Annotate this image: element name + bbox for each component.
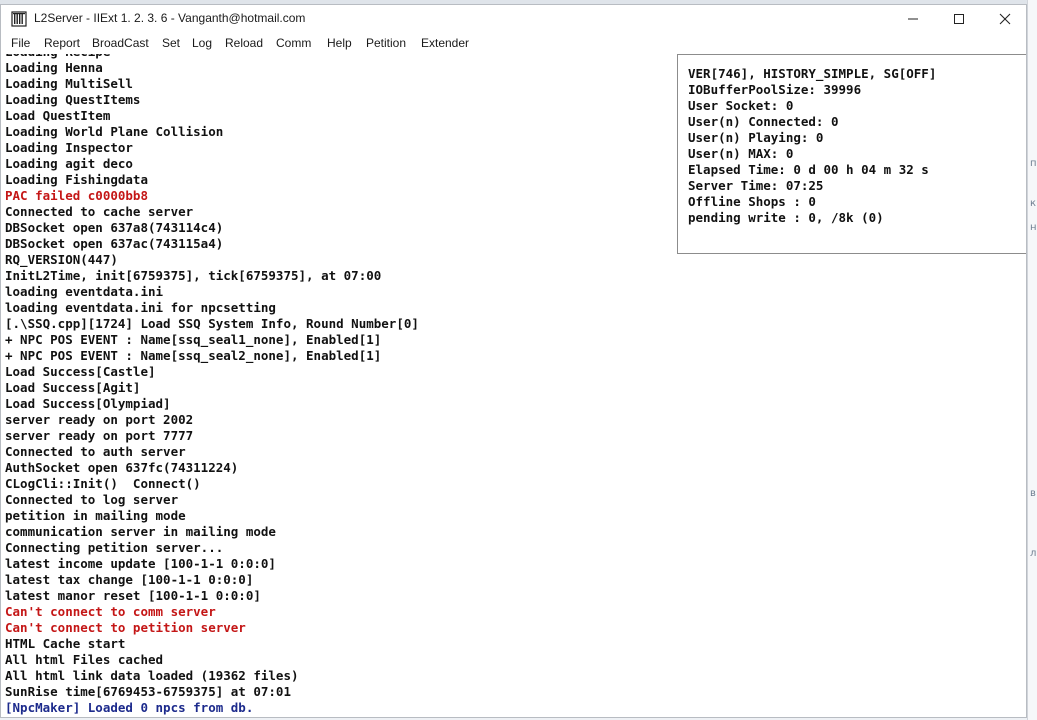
log-line: SunRise time[6769453-6759375] at 07:01 [5, 684, 291, 699]
menu-broadcast[interactable]: BroadCast [92, 36, 149, 50]
log-line: Can't connect to petition server [5, 620, 246, 635]
log-line: server ready on port 7777 [5, 428, 194, 443]
app-icon [11, 11, 27, 27]
status-elapsed-time: Elapsed Time: 0 d 00 h 04 m 32 s [688, 162, 929, 177]
log-line: + NPC POS EVENT : Name[ssq_seal2_none], … [5, 348, 382, 363]
maximize-button[interactable] [936, 5, 982, 33]
log-line: Loading MultiSell [5, 76, 133, 91]
status-server-time: Server Time: 07:25 [688, 178, 824, 193]
log-console[interactable]: Loading RecipeLoading HennaLoading Multi… [1, 54, 1026, 717]
server-status-panel: VER[746], HISTORY_SIMPLE, SG[OFF] IOBuff… [677, 54, 1026, 254]
log-line: [NpcMaker] Loaded 0 npcs from db. [5, 700, 254, 715]
log-line: Loading Fishingdata [5, 172, 148, 187]
log-list: Loading RecipeLoading HennaLoading Multi… [5, 54, 419, 716]
log-line: Load Success[Castle] [5, 364, 156, 379]
background-fragment-mark: п [1030, 158, 1037, 169]
log-line: Load Success[Agit] [5, 380, 141, 395]
background-fragment-mark: в [1030, 488, 1036, 499]
log-line: HTML Cache start [5, 636, 126, 651]
menu-comm[interactable]: Comm [276, 36, 311, 50]
status-iobuffer: IOBufferPoolSize: 39996 [688, 82, 862, 97]
background-fragment-mark: к [1030, 198, 1037, 209]
maximize-icon [954, 14, 964, 24]
minimize-icon [908, 18, 918, 20]
status-offline-shops: Offline Shops : 0 [688, 194, 816, 209]
status-users-max: User(n) MAX: 0 [688, 146, 794, 161]
log-line: latest manor reset [100-1-1 0:0:0] [5, 588, 261, 603]
background-fragment-mark: л [1030, 548, 1037, 559]
log-line: AuthSocket open 637fc(74311224) [5, 460, 239, 475]
log-line: Loading Inspector [5, 140, 133, 155]
log-line: latest tax change [100-1-1 0:0:0] [5, 572, 254, 587]
close-icon [999, 13, 1011, 25]
menu-extender[interactable]: Extender [421, 36, 469, 50]
l2server-window: L2Server - IIExt 1. 2. 3. 6 - Vanganth@h… [0, 4, 1027, 718]
log-line: Loading agit deco [5, 156, 133, 171]
status-users-connected: User(n) Connected: 0 [688, 114, 839, 129]
menu-help[interactable]: Help [327, 36, 352, 50]
log-line: Connected to auth server [5, 444, 186, 459]
log-line: loading eventdata.ini [5, 284, 164, 299]
log-line: All html link data loaded (19362 files) [5, 668, 299, 683]
log-line: [.\SSQ.cpp][1724] Load SSQ System Info, … [5, 316, 419, 331]
status-pending-write: pending write : 0, /8k (0) [688, 210, 884, 225]
log-line: Load Success[Olympiad] [5, 396, 171, 411]
menu-report[interactable]: Report [44, 36, 80, 50]
minimize-button[interactable] [890, 5, 936, 33]
log-line: InitL2Time, init[6759375], tick[6759375]… [5, 268, 382, 283]
menu-reload[interactable]: Reload [225, 36, 263, 50]
log-line: + NPC POS EVENT : Name[ssq_seal1_none], … [5, 332, 382, 347]
menu-bar: File Report BroadCast Set Log Reload Com… [1, 34, 1026, 54]
background-fragment-mark: н [1030, 222, 1037, 233]
background-window-edge: п к н в л [1027, 0, 1037, 720]
menu-file[interactable]: File [11, 36, 30, 50]
status-version: VER[746], HISTORY_SIMPLE, SG[OFF] [688, 66, 937, 81]
log-line: server ready on port 2002 [5, 412, 194, 427]
log-line: petition in mailing mode [5, 508, 186, 523]
status-user-socket: User Socket: 0 [688, 98, 794, 113]
log-line: Connected to log server [5, 492, 179, 507]
log-line: Load QuestItem [5, 108, 111, 123]
log-line: Can't connect to comm server [5, 604, 216, 619]
log-line: All html Files cached [5, 652, 164, 667]
title-bar[interactable]: L2Server - IIExt 1. 2. 3. 6 - Vanganth@h… [1, 5, 1026, 33]
log-line: DBSocket open 637ac(743115a4) [5, 236, 224, 251]
log-line: Loading QuestItems [5, 92, 141, 107]
log-line: Connecting petition server... [5, 540, 224, 555]
status-users-playing: User(n) Playing: 0 [688, 130, 824, 145]
log-line: Loading Henna [5, 60, 103, 75]
log-line: Loading World Plane Collision [5, 124, 224, 139]
close-button[interactable] [982, 5, 1026, 33]
log-line: communication server in mailing mode [5, 524, 276, 539]
window-title: L2Server - IIExt 1. 2. 3. 6 - Vanganth@h… [34, 11, 306, 25]
log-line: RQ_VERSION(447) [5, 252, 118, 267]
log-line: CLogCli::Init() Connect() [5, 476, 201, 491]
menu-petition[interactable]: Petition [366, 36, 406, 50]
log-line: DBSocket open 637a8(743114c4) [5, 220, 224, 235]
menu-log[interactable]: Log [192, 36, 212, 50]
log-line: PAC failed c0000bb8 [5, 188, 148, 203]
log-line: loading eventdata.ini for npcsetting [5, 300, 276, 315]
log-line: Connected to cache server [5, 204, 194, 219]
menu-set[interactable]: Set [162, 36, 180, 50]
log-line: latest income update [100-1-1 0:0:0] [5, 556, 276, 571]
